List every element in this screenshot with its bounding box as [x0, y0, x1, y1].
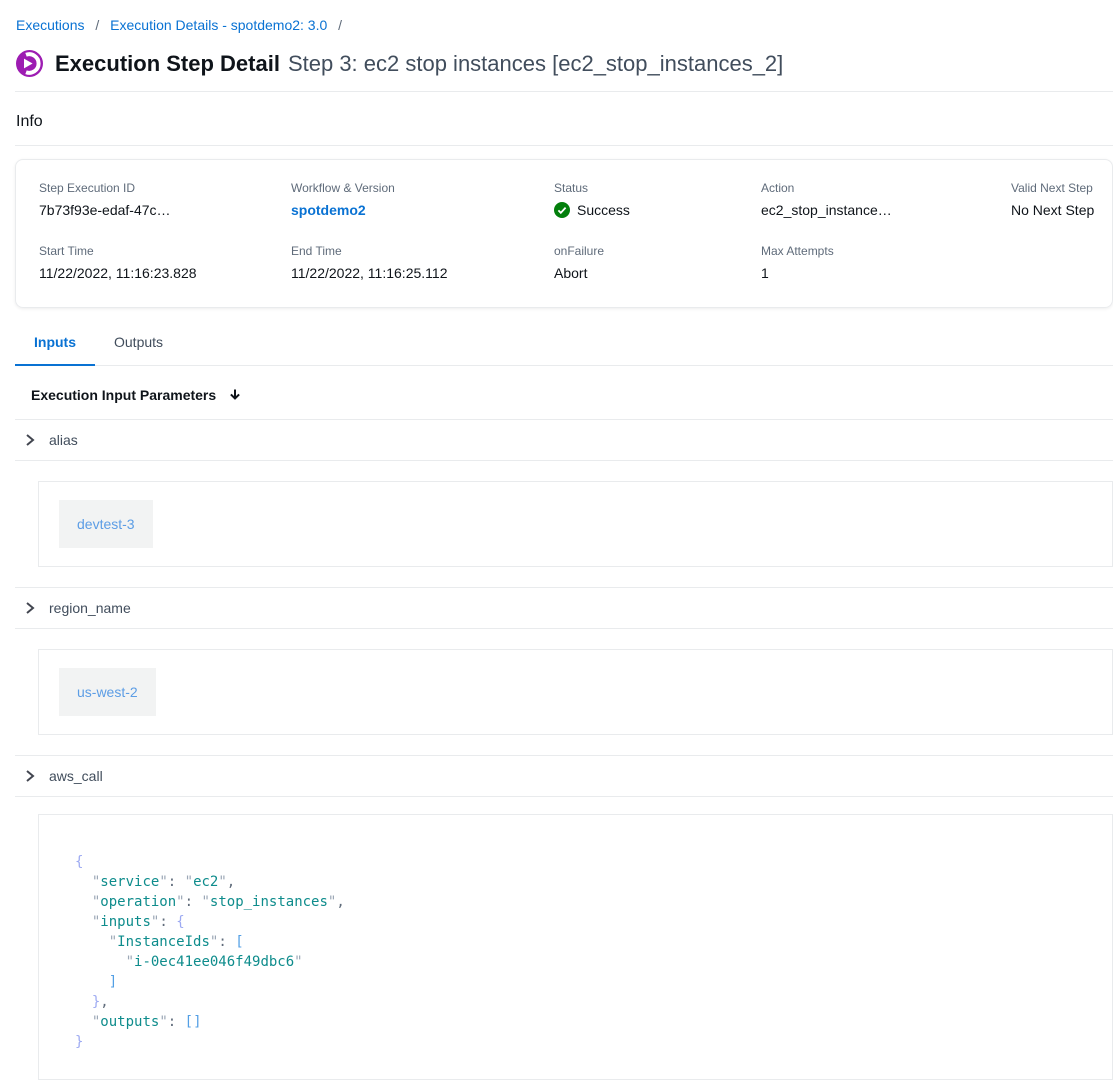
execution-input-parameters-header: Execution Input Parameters	[15, 366, 1113, 419]
breadcrumb-separator: /	[95, 17, 99, 33]
execution-input-parameters-heading: Execution Input Parameters	[31, 387, 216, 403]
field-label: Action	[761, 181, 1011, 195]
section-toggle-alias[interactable]: alias	[15, 420, 1113, 460]
breadcrumb: Executions / Execution Details - spotdem…	[15, 0, 1113, 43]
breadcrumb-execution-details-link[interactable]: Execution Details - spotdemo2: 3.0	[110, 17, 327, 33]
divider	[15, 796, 1113, 797]
status-text: Success	[577, 202, 630, 218]
section-label: alias	[49, 432, 78, 448]
section-label: region_name	[49, 600, 131, 616]
field-value: 1	[761, 265, 1011, 281]
divider	[15, 460, 1113, 461]
region-name-value-chip: us-west-2	[59, 668, 156, 716]
field-status: Status Success	[554, 181, 761, 218]
tab-outputs[interactable]: Outputs	[95, 324, 182, 365]
region-name-value-panel: us-west-2	[38, 649, 1113, 735]
page-subtitle: Step 3: ec2 stop instances [ec2_stop_ins…	[288, 51, 783, 76]
field-value: 7b73f93e-edaf-47c…	[39, 202, 291, 218]
info-card: Step Execution ID 7b73f93e-edaf-47c… Wor…	[15, 159, 1113, 308]
field-label: Status	[554, 181, 761, 195]
chevron-right-icon	[23, 432, 36, 448]
section-toggle-region-name[interactable]: region_name	[15, 588, 1113, 628]
field-label: Max Attempts	[761, 244, 1011, 258]
alias-value-panel: devtest-3	[38, 481, 1113, 567]
field-label: Step Execution ID	[39, 181, 291, 195]
field-start-time: Start Time 11/22/2022, 11:16:23.828	[39, 244, 291, 281]
field-label: Valid Next Step	[1011, 181, 1112, 195]
tabs: Inputs Outputs	[15, 324, 1113, 366]
alias-value-chip: devtest-3	[59, 500, 153, 548]
field-action: Action ec2_stop_instance…	[761, 181, 1011, 218]
section-label: aws_call	[49, 768, 103, 784]
field-max-attempts: Max Attempts 1	[761, 244, 1011, 281]
page-header: Execution Step Detail Step 3: ec2 stop in…	[15, 43, 1113, 91]
field-workflow-version: Workflow & Version spotdemo2	[291, 181, 554, 218]
field-value: Abort	[554, 265, 761, 281]
field-valid-next-step: Valid Next Step No Next Step	[1011, 181, 1112, 218]
field-value: No Next Step	[1011, 202, 1112, 218]
section-toggle-aws-call[interactable]: aws_call	[15, 756, 1113, 796]
field-step-execution-id: Step Execution ID 7b73f93e-edaf-47c…	[39, 181, 291, 218]
chevron-right-icon	[23, 768, 36, 784]
field-label: End Time	[291, 244, 554, 258]
tab-inputs[interactable]: Inputs	[15, 324, 95, 365]
execution-step-detail-page: Executions / Execution Details - spotdem…	[0, 0, 1113, 1080]
field-value: 11/22/2022, 11:16:23.828	[39, 265, 291, 281]
field-label: Workflow & Version	[291, 181, 554, 195]
field-end-time: End Time 11/22/2022, 11:16:25.112	[291, 244, 554, 281]
divider	[15, 628, 1113, 629]
success-check-icon	[554, 202, 570, 218]
breadcrumb-executions-link[interactable]: Executions	[16, 17, 84, 33]
breadcrumb-separator: /	[338, 17, 342, 33]
workflow-link[interactable]: spotdemo2	[291, 202, 366, 218]
field-onfailure: onFailure Abort	[554, 244, 761, 281]
field-label: Start Time	[39, 244, 291, 258]
field-label: onFailure	[554, 244, 761, 258]
page-title: Execution Step Detail	[55, 51, 280, 76]
workflow-app-icon	[16, 50, 43, 77]
aws-call-code-block: { "service": "ec2", "operation": "stop_i…	[75, 852, 1092, 1052]
chevron-right-icon	[23, 600, 36, 616]
info-section-heading: Info	[15, 92, 1113, 145]
field-value: ec2_stop_instance…	[761, 202, 1011, 218]
divider	[15, 145, 1113, 146]
aws-call-value-panel: { "service": "ec2", "operation": "stop_i…	[38, 814, 1113, 1080]
arrow-down-icon[interactable]	[227, 387, 243, 403]
field-value: 11/22/2022, 11:16:25.112	[291, 265, 554, 281]
